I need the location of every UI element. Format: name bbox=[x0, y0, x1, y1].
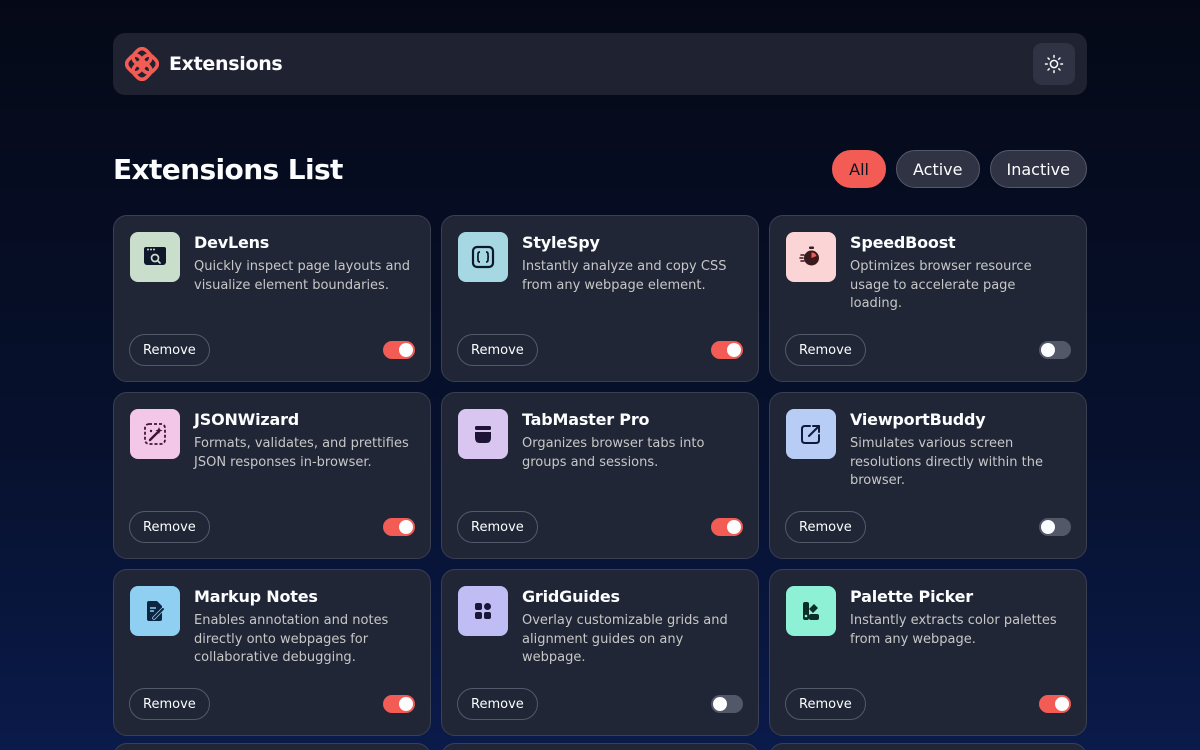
tabmaster-icon bbox=[458, 409, 508, 459]
filter-all[interactable]: All bbox=[832, 150, 886, 188]
devlens-icon bbox=[130, 232, 180, 282]
extension-description: Enables annotation and notes directly on… bbox=[194, 613, 389, 665]
palette-picker-icon bbox=[786, 586, 836, 636]
extension-card: Palette Picker Instantly extracts color … bbox=[769, 569, 1087, 736]
extension-card-partial bbox=[113, 743, 431, 750]
extension-card: StyleSpy Instantly analyze and copy CSS … bbox=[441, 215, 759, 382]
app-container: Extensions Extensions List All Active In… bbox=[113, 33, 1087, 736]
filter-active[interactable]: Active bbox=[896, 150, 980, 188]
filter-group: All Active Inactive bbox=[832, 150, 1087, 188]
remove-button[interactable]: Remove bbox=[785, 334, 866, 366]
extension-name: JSONWizard bbox=[194, 410, 300, 429]
extension-description: Instantly extracts color palettes from a… bbox=[850, 613, 1057, 647]
extension-name: TabMaster Pro bbox=[522, 410, 650, 429]
extension-card: SpeedBoost Optimizes browser resource us… bbox=[769, 215, 1087, 382]
extension-description: Organizes browser tabs into groups and s… bbox=[522, 436, 705, 470]
extension-card: ViewportBuddy Simulates various screen r… bbox=[769, 392, 1087, 559]
extension-toggle[interactable] bbox=[711, 695, 743, 713]
speedboost-icon bbox=[786, 232, 836, 282]
extension-toggle[interactable] bbox=[711, 518, 743, 536]
brand-name: Extensions bbox=[169, 53, 283, 75]
extension-name: GridGuides bbox=[522, 587, 620, 606]
extension-toggle[interactable] bbox=[383, 695, 415, 713]
extension-toggle[interactable] bbox=[383, 341, 415, 359]
extension-name: SpeedBoost bbox=[850, 233, 956, 252]
brand: Extensions bbox=[125, 47, 283, 81]
extension-card: JSONWizard Formats, validates, and prett… bbox=[113, 392, 431, 559]
theme-toggle-button[interactable] bbox=[1033, 43, 1075, 85]
remove-button[interactable]: Remove bbox=[457, 688, 538, 720]
viewportbuddy-icon bbox=[786, 409, 836, 459]
markup-notes-icon bbox=[130, 586, 180, 636]
extension-card-partial bbox=[769, 743, 1087, 750]
extension-description: Quickly inspect page layouts and visuali… bbox=[194, 259, 410, 293]
extension-name: Palette Picker bbox=[850, 587, 973, 606]
extension-card: DevLens Quickly inspect page layouts and… bbox=[113, 215, 431, 382]
sun-icon bbox=[1044, 54, 1064, 74]
page-title: Extensions List bbox=[113, 152, 343, 186]
extension-description: Formats, validates, and prettifies JSON … bbox=[194, 436, 409, 470]
extension-name: StyleSpy bbox=[522, 233, 600, 252]
extension-card: Markup Notes Enables annotation and note… bbox=[113, 569, 431, 736]
extension-toggle[interactable] bbox=[711, 341, 743, 359]
remove-button[interactable]: Remove bbox=[457, 511, 538, 543]
list-header: Extensions List All Active Inactive bbox=[113, 149, 1087, 189]
extension-toggle[interactable] bbox=[1039, 518, 1071, 536]
gridguides-icon bbox=[458, 586, 508, 636]
extension-description: Overlay customizable grids and alignment… bbox=[522, 613, 728, 665]
remove-button[interactable]: Remove bbox=[129, 334, 210, 366]
extensions-grid: DevLens Quickly inspect page layouts and… bbox=[113, 215, 1087, 736]
extension-card: GridGuides Overlay customizable grids an… bbox=[441, 569, 759, 736]
extension-toggle[interactable] bbox=[1039, 341, 1071, 359]
extension-description: Optimizes browser resource usage to acce… bbox=[850, 259, 1032, 311]
extension-name: Markup Notes bbox=[194, 587, 318, 606]
extension-description: Simulates various screen resolutions dir… bbox=[850, 436, 1043, 488]
extension-description: Instantly analyze and copy CSS from any … bbox=[522, 259, 727, 293]
remove-button[interactable]: Remove bbox=[785, 511, 866, 543]
top-bar: Extensions bbox=[113, 33, 1087, 95]
extension-name: ViewportBuddy bbox=[850, 410, 986, 429]
extension-toggle[interactable] bbox=[383, 518, 415, 536]
stylespy-icon bbox=[458, 232, 508, 282]
jsonwizard-icon bbox=[130, 409, 180, 459]
remove-button[interactable]: Remove bbox=[129, 511, 210, 543]
extension-toggle[interactable] bbox=[1039, 695, 1071, 713]
extension-card-partial bbox=[441, 743, 759, 750]
filter-inactive[interactable]: Inactive bbox=[989, 150, 1087, 188]
remove-button[interactable]: Remove bbox=[129, 688, 210, 720]
flower-logo-icon bbox=[125, 47, 159, 81]
next-row-cards bbox=[113, 743, 1087, 750]
remove-button[interactable]: Remove bbox=[785, 688, 866, 720]
remove-button[interactable]: Remove bbox=[457, 334, 538, 366]
extension-name: DevLens bbox=[194, 233, 270, 252]
extension-card: TabMaster Pro Organizes browser tabs int… bbox=[441, 392, 759, 559]
